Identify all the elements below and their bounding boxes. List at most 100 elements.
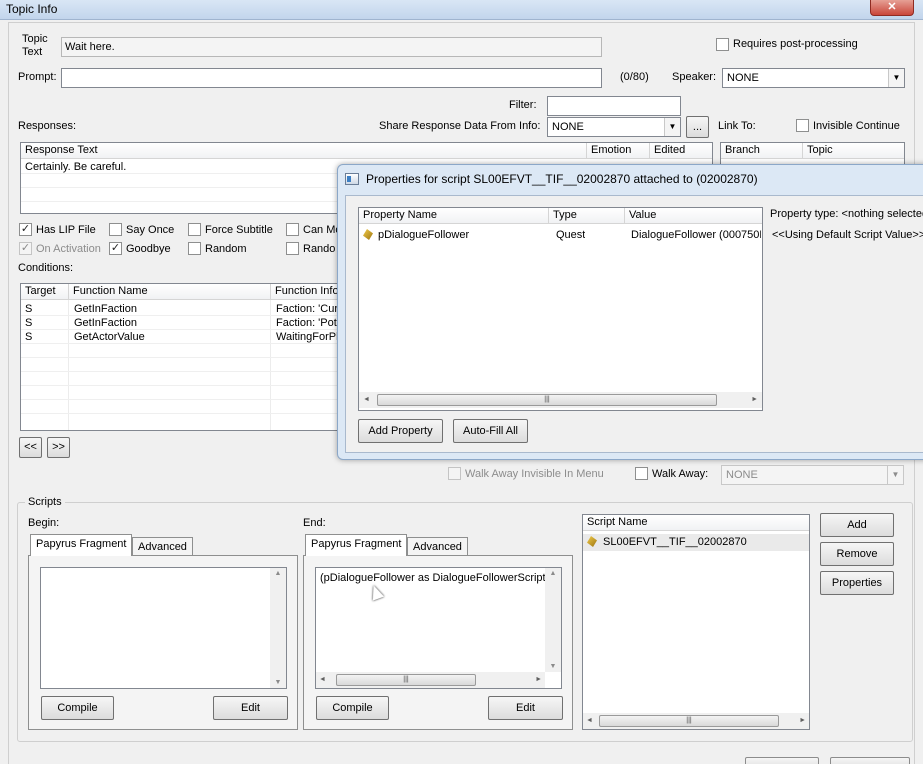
end-compile-button[interactable]: Compile <box>316 696 389 720</box>
property-list[interactable]: Property Name Type Value pDialogueFollow… <box>358 207 763 411</box>
end-tab-papyrus-fragment[interactable]: Papyrus Fragment <box>305 534 408 556</box>
responses-header-edited[interactable]: Edited <box>650 143 712 159</box>
can-move-checkbox[interactable] <box>286 223 299 236</box>
share-response-value: NONE <box>552 121 584 133</box>
scroll-thumb[interactable]: ||| <box>599 715 779 727</box>
condition-info-cell: Faction: 'Cur <box>276 303 339 315</box>
invisible-continue-label: Invisible Continue <box>813 120 900 132</box>
walk-away-label: Walk Away: <box>652 468 709 480</box>
share-response-browse-button[interactable]: ... <box>686 116 709 138</box>
scripts-group-label: Scripts <box>25 496 65 509</box>
script-properties-button[interactable]: Properties <box>820 571 894 595</box>
ok-button-edge[interactable] <box>745 757 819 764</box>
walk-away-invisible-checkbox[interactable] <box>448 467 461 480</box>
list-item[interactable]: SL00EFVT__TIF__02002870 <box>583 534 809 551</box>
share-response-select[interactable]: NONE ▼ <box>547 117 681 137</box>
responses-label: Responses: <box>18 120 77 132</box>
conditions-header-target[interactable]: Target <box>21 284 69 300</box>
table-row[interactable]: S GetActorValue WaitingForPla <box>21 330 349 344</box>
begin-edit-button[interactable]: Edit <box>213 696 288 720</box>
property-icon <box>363 229 373 240</box>
filter-input[interactable] <box>547 96 681 116</box>
property-list-hscrollbar[interactable]: ◄ ||| ► <box>359 392 762 408</box>
share-response-label: Share Response Data From Info: <box>379 120 541 132</box>
chevron-down-icon: ▼ <box>888 69 904 87</box>
table-row[interactable]: pDialogueFollower Quest DialogueFollower… <box>359 227 762 244</box>
random-end-checkbox[interactable] <box>286 242 299 255</box>
scroll-right-icon[interactable]: ► <box>751 392 758 408</box>
goodbye-checkbox[interactable]: ✓ <box>109 242 122 255</box>
random-label: Random <box>205 243 247 255</box>
add-property-button[interactable]: Add Property <box>358 419 443 443</box>
table-row <box>21 386 349 400</box>
property-header-name[interactable]: Property Name <box>359 208 549 224</box>
scroll-left-icon[interactable]: ◄ <box>363 392 370 408</box>
has-lip-file-checkbox[interactable]: ✓ <box>19 223 32 236</box>
scroll-up-icon[interactable]: ▲ <box>545 570 561 577</box>
say-once-checkbox[interactable] <box>109 223 122 236</box>
link-header-branch[interactable]: Branch <box>721 143 803 159</box>
property-value-cell: DialogueFollower (000750BA) <box>631 229 761 241</box>
end-editor-scrollbar[interactable]: ▲ ▼ <box>545 568 561 672</box>
requires-post-processing-checkbox[interactable] <box>716 38 729 51</box>
properties-dialog: Properties for script SL00EFVT__TIF__020… <box>337 164 923 460</box>
title-bar: Topic Info ✕ <box>0 0 923 20</box>
scroll-left-icon[interactable]: ◄ <box>319 672 326 688</box>
scroll-down-icon[interactable]: ▼ <box>270 679 286 686</box>
script-name-text: SL00EFVT__TIF__02002870 <box>603 536 747 548</box>
script-list-hscrollbar[interactable]: ◄ ||| ► <box>583 713 809 729</box>
requires-post-processing-label: Requires post-processing <box>733 38 858 50</box>
close-button[interactable]: ✕ <box>870 0 914 16</box>
scroll-thumb[interactable]: ||| <box>377 394 717 406</box>
scroll-left-icon[interactable]: ◄ <box>586 713 593 729</box>
condition-info-cell: WaitingForPla <box>276 331 345 343</box>
responses-header-text[interactable]: Response Text <box>21 143 587 159</box>
property-header-type[interactable]: Type <box>549 208 625 224</box>
begin-editor-scrollbar[interactable]: ▲ ▼ <box>270 568 286 688</box>
condition-function-cell: GetInFaction <box>74 317 137 329</box>
on-activation-checkbox[interactable]: ✓ <box>19 242 32 255</box>
table-row <box>21 372 349 386</box>
prompt-input[interactable] <box>61 68 602 88</box>
invisible-continue-checkbox[interactable] <box>796 119 809 132</box>
scroll-right-icon[interactable]: ► <box>799 713 806 729</box>
scroll-up-icon[interactable]: ▲ <box>270 570 286 577</box>
conditions-prev-button[interactable]: << <box>19 437 42 458</box>
close-icon: ✕ <box>887 1 897 13</box>
begin-compile-button[interactable]: Compile <box>41 696 114 720</box>
window-title: Topic Info <box>6 2 58 16</box>
walk-away-select[interactable]: NONE ▼ <box>721 465 904 485</box>
conditions-next-button[interactable]: >> <box>47 437 70 458</box>
walk-away-checkbox[interactable] <box>635 467 648 480</box>
random-checkbox[interactable] <box>188 242 201 255</box>
speaker-select[interactable]: NONE ▼ <box>722 68 905 88</box>
goodbye-label: Goodbye <box>126 243 171 255</box>
remove-script-button[interactable]: Remove <box>820 542 894 566</box>
property-header-value[interactable]: Value <box>625 208 762 224</box>
can-move-label: Can Mo <box>303 224 342 236</box>
script-name-header[interactable]: Script Name <box>583 515 809 531</box>
scroll-thumb[interactable]: ||| <box>336 674 476 686</box>
responses-header-emotion[interactable]: Emotion <box>587 143 650 159</box>
script-name-list[interactable]: Script Name SL00EFVT__TIF__02002870 ◄ ||… <box>582 514 810 730</box>
auto-fill-all-button[interactable]: Auto-Fill All <box>453 419 528 443</box>
end-editor-hscrollbar[interactable]: ◄ ||| ► <box>316 672 545 688</box>
scroll-right-icon[interactable]: ► <box>535 672 542 688</box>
begin-tab-advanced[interactable]: Advanced <box>132 537 193 557</box>
topic-text-field[interactable]: Wait here. <box>61 37 602 57</box>
end-tab-advanced[interactable]: Advanced <box>407 537 468 557</box>
add-script-button[interactable]: Add <box>820 513 894 537</box>
conditions-header-function[interactable]: Function Name <box>69 284 271 300</box>
cancel-button-edge[interactable] <box>830 757 910 764</box>
force-subtitle-checkbox[interactable] <box>188 223 201 236</box>
end-fragment-editor[interactable]: (pDialogueFollower as DialogueFollowerSc… <box>315 567 562 689</box>
conditions-list[interactable]: Target Function Name Function Info S Get… <box>20 283 350 431</box>
table-row[interactable]: S GetInFaction Faction: 'Pote <box>21 316 349 330</box>
begin-fragment-editor[interactable]: ▲ ▼ <box>40 567 287 689</box>
prompt-label: Prompt: <box>18 71 57 83</box>
link-header-topic[interactable]: Topic <box>803 143 904 159</box>
end-edit-button[interactable]: Edit <box>488 696 563 720</box>
begin-tab-papyrus-fragment[interactable]: Papyrus Fragment <box>30 534 133 556</box>
table-row[interactable]: S GetInFaction Faction: 'Cur <box>21 302 349 316</box>
scroll-down-icon[interactable]: ▼ <box>545 663 561 670</box>
